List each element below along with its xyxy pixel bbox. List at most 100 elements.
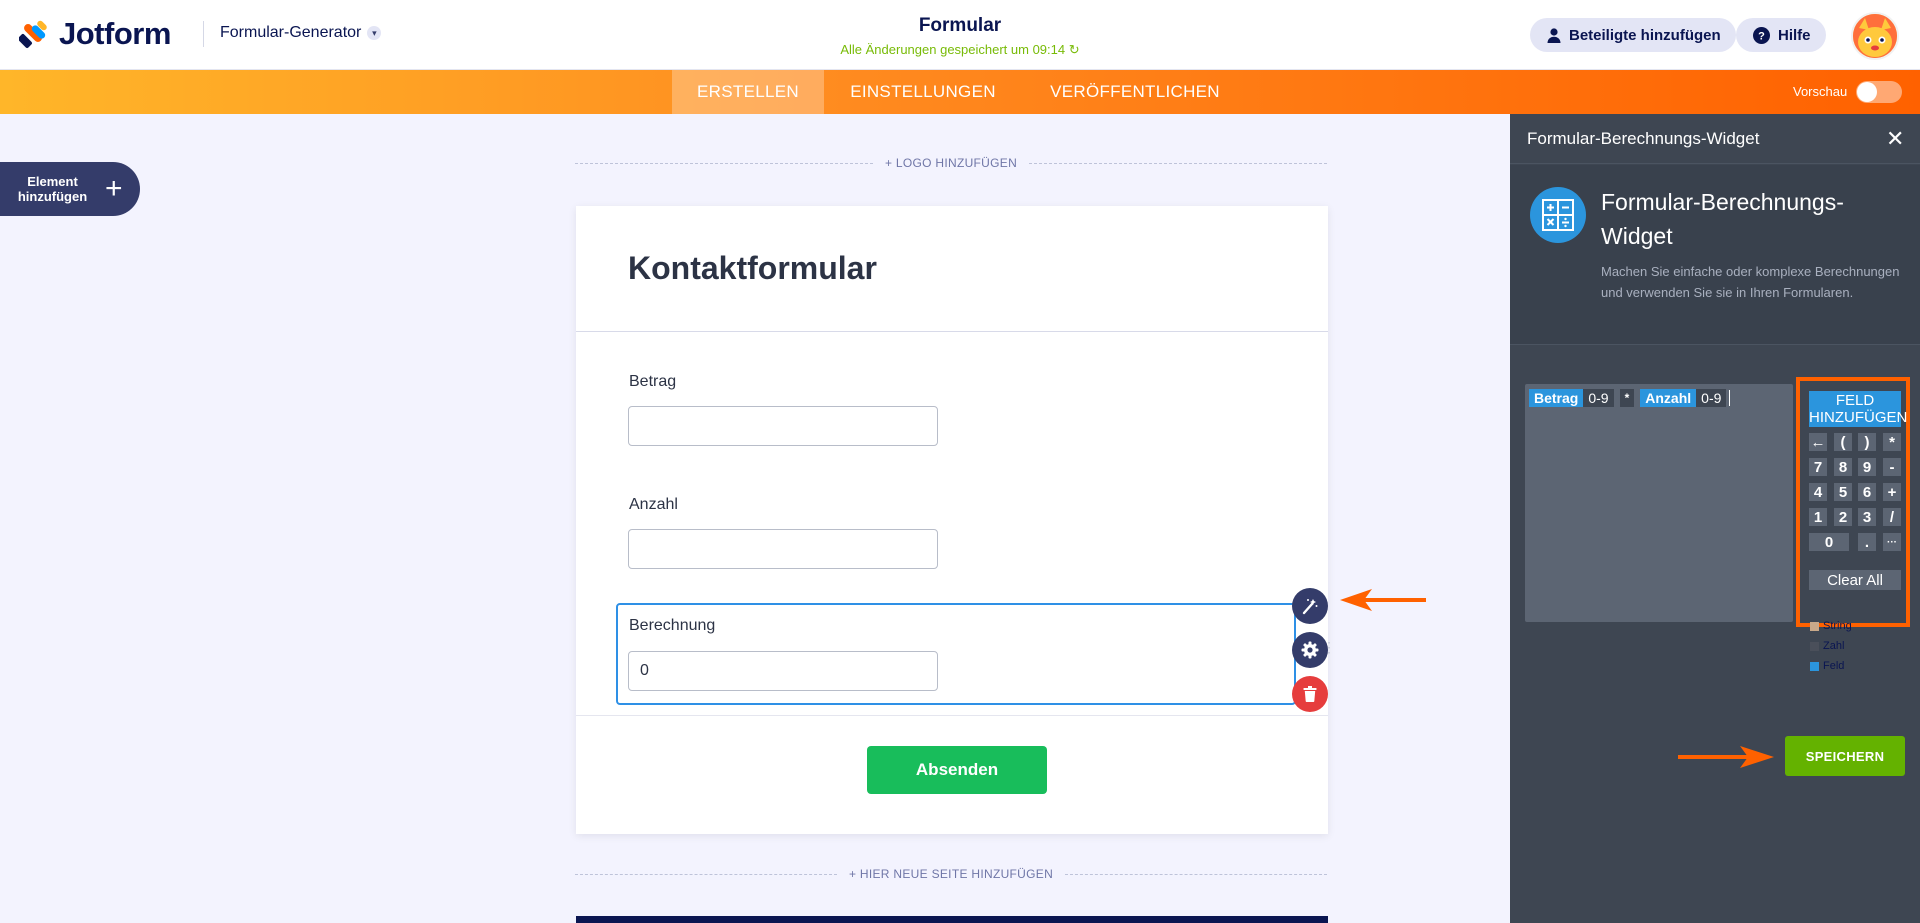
- save-status-text: Alle Änderungen gespeichert um 09:14: [840, 42, 1066, 57]
- builder-nav: ERSTELLEN EINSTELLUNGEN VERÖFFENTLICHEN …: [0, 70, 1920, 114]
- key-multiply[interactable]: *: [1883, 433, 1901, 451]
- token-operator[interactable]: *: [1619, 389, 1635, 407]
- add-page-link[interactable]: + HIER NEUE SEITE HINZUFÜGEN: [849, 867, 1053, 881]
- keypad-highlight: FELD HINZUFÜGEN ← ( ) * 7 8 9 - 4 5 6 + …: [1796, 377, 1910, 627]
- form-heading[interactable]: Kontaktformular: [628, 250, 877, 287]
- preview-label: Vorschau: [1793, 84, 1848, 99]
- wizard-button[interactable]: [1292, 588, 1328, 624]
- help-label: Hilfe: [1778, 26, 1811, 44]
- plus-icon: +: [105, 172, 123, 205]
- dashed-divider: [1065, 873, 1327, 875]
- widget-name: Formular-Berechnungs-Widget: [1601, 189, 1844, 249]
- form-card: Kontaktformular Betrag Anzahl ⋮⋮ Berechn…: [576, 206, 1336, 834]
- field-settings-button[interactable]: [1292, 632, 1328, 668]
- jotform-logo[interactable]: Jotform: [19, 16, 171, 52]
- key-9[interactable]: 9: [1858, 458, 1876, 476]
- top-bar: Jotform Formular-Generator ▾ Formular Al…: [0, 0, 1920, 70]
- token-range[interactable]: 0-9: [1583, 389, 1614, 407]
- input-anzahl[interactable]: [628, 529, 938, 569]
- dashed-divider: [575, 162, 873, 164]
- field-label-berechnung[interactable]: Berechnung: [629, 617, 715, 635]
- legend-label: Zahl: [1823, 640, 1845, 652]
- legend-item-number: Zahl: [1810, 636, 1852, 656]
- save-button[interactable]: SPEICHERN: [1785, 736, 1905, 776]
- panel-title: Formular-Berechnungs-Widget: [1527, 129, 1760, 148]
- field-label-anzahl[interactable]: Anzahl: [629, 496, 678, 514]
- key-decimal[interactable]: .: [1858, 533, 1876, 551]
- widget-info: Formular-Berechnungs-Widget Machen Sie e…: [1510, 165, 1920, 345]
- key-7[interactable]: 7: [1809, 458, 1827, 476]
- add-page-row: + HIER NEUE SEITE HINZUFÜGEN: [575, 867, 1327, 881]
- heading-divider: [576, 331, 1328, 332]
- preview-toggle-knob: [1857, 82, 1877, 102]
- chevron-down-icon: ▾: [367, 26, 382, 40]
- key-3[interactable]: 3: [1858, 508, 1876, 526]
- formula-tokens: Betrag 0-9 * Anzahl 0-9: [1529, 389, 1731, 407]
- legend-label: String: [1823, 620, 1852, 632]
- key-divide[interactable]: /: [1883, 508, 1901, 526]
- key-1[interactable]: 1: [1809, 508, 1827, 526]
- builder-dropdown[interactable]: Formular-Generator ▾: [220, 24, 382, 42]
- formula-editor[interactable]: Betrag 0-9 * Anzahl 0-9: [1525, 384, 1793, 622]
- token-field-anzahl[interactable]: Anzahl: [1640, 389, 1697, 407]
- help-icon: ?: [1753, 26, 1770, 44]
- calculator-icon: [1530, 187, 1586, 243]
- tab-publish[interactable]: VERÖFFENTLICHEN: [1022, 70, 1248, 114]
- annotation-arrow-right: [1678, 746, 1774, 768]
- key-6[interactable]: 6: [1858, 483, 1876, 501]
- gear-icon: [1301, 641, 1319, 659]
- add-field-button[interactable]: FELD HINZUFÜGEN: [1809, 391, 1907, 427]
- tab-create[interactable]: ERSTELLEN: [672, 70, 824, 114]
- key-4[interactable]: 4: [1809, 483, 1827, 501]
- avatar-icon: [1853, 14, 1897, 58]
- help-button[interactable]: ? Hilfe: [1736, 18, 1826, 52]
- field-label-betrag[interactable]: Betrag: [629, 373, 676, 391]
- legend-item-string: String: [1810, 616, 1852, 636]
- clear-all-button[interactable]: Clear All: [1809, 570, 1901, 590]
- user-avatar[interactable]: [1851, 12, 1899, 60]
- input-betrag[interactable]: [628, 406, 938, 446]
- key-0[interactable]: 0: [1809, 533, 1849, 551]
- refresh-icon: ↻: [1068, 42, 1080, 57]
- dashed-divider: [575, 873, 837, 875]
- token-range[interactable]: 0-9: [1696, 389, 1727, 407]
- key-plus[interactable]: +: [1883, 483, 1901, 501]
- key-2[interactable]: 2: [1834, 508, 1852, 526]
- add-participants-label: Beteiligte hinzufügen: [1569, 26, 1721, 44]
- legend-item-field: Feld: [1810, 656, 1852, 676]
- brand-name: Jotform: [59, 16, 171, 51]
- key-8[interactable]: 8: [1834, 458, 1852, 476]
- annotation-arrow-left: [1340, 589, 1426, 611]
- preview-toggle[interactable]: [1856, 81, 1902, 103]
- key-backspace[interactable]: ←: [1809, 433, 1827, 451]
- text-cursor: [1729, 390, 1731, 406]
- input-berechnung[interactable]: 0: [628, 651, 938, 691]
- close-icon[interactable]: ✕: [1886, 128, 1904, 150]
- add-participants-button[interactable]: Beteiligte hinzufügen: [1530, 18, 1736, 52]
- key-5[interactable]: 5: [1834, 483, 1852, 501]
- token-field-betrag[interactable]: Betrag: [1529, 389, 1584, 407]
- add-logo-link[interactable]: + LOGO HINZUFÜGEN: [885, 156, 1017, 170]
- submit-button[interactable]: Absenden: [867, 746, 1047, 794]
- delete-field-button[interactable]: [1292, 676, 1328, 712]
- key-open-paren[interactable]: (: [1834, 433, 1852, 451]
- builder-dropdown-label: Formular-Generator: [220, 24, 362, 41]
- magic-wand-icon: [1302, 599, 1318, 615]
- legend-swatch: [1810, 621, 1819, 631]
- add-logo-row: + LOGO HINZUFÜGEN: [575, 156, 1327, 170]
- key-close-paren[interactable]: ): [1858, 433, 1876, 451]
- svg-text:?: ?: [1758, 30, 1765, 42]
- add-element-label: Element hinzufügen: [17, 174, 88, 204]
- widget-properties-panel: Formular-Berechnungs-Widget ✕ Formular-B…: [1510, 114, 1920, 923]
- token-legend: String Zahl Feld: [1810, 616, 1852, 676]
- legend-label: Feld: [1823, 660, 1845, 672]
- key-more[interactable]: ···: [1883, 533, 1901, 551]
- tab-settings[interactable]: EINSTELLUNGEN: [824, 70, 1022, 114]
- key-minus[interactable]: -: [1883, 458, 1901, 476]
- dashed-divider: [1029, 162, 1327, 164]
- submit-divider: [576, 715, 1328, 716]
- panel-header: Formular-Berechnungs-Widget ✕: [1510, 114, 1920, 164]
- widget-description: Machen Sie einfache oder komplexe Berech…: [1601, 264, 1900, 300]
- header-divider: [203, 21, 204, 47]
- add-element-button[interactable]: Element hinzufügen +: [0, 162, 140, 216]
